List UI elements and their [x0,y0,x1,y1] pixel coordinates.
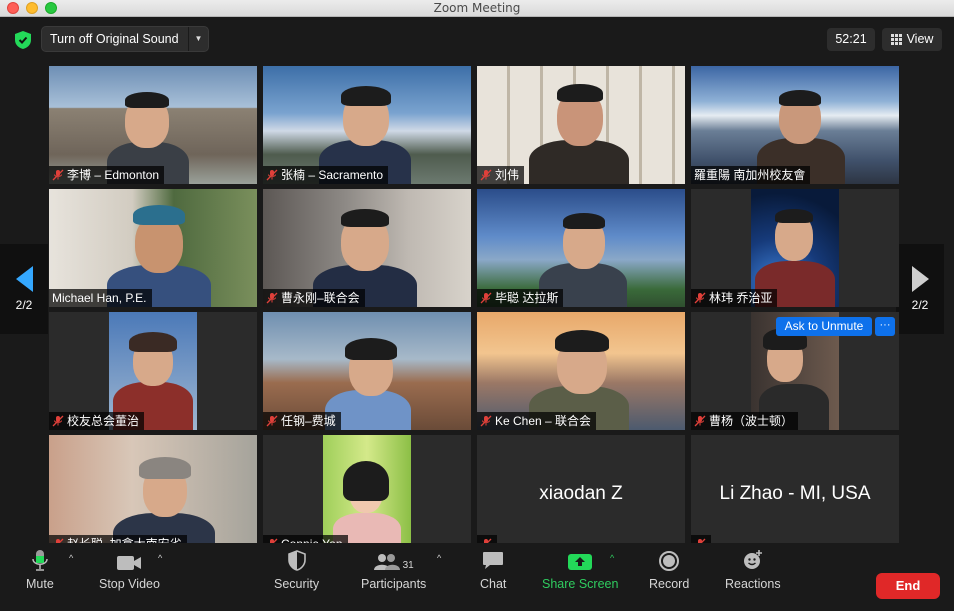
original-sound-button[interactable]: Turn off Original Sound ▼ [41,26,209,52]
mute-label: Mute [26,577,54,591]
share-screen-button[interactable]: Share Screen [542,549,618,591]
share-screen-icon [568,549,593,571]
previous-page-button[interactable]: 2/2 [0,244,48,334]
stop-video-button[interactable]: Stop Video [99,549,160,591]
mic-muted-icon [266,169,278,181]
record-icon [659,549,680,571]
chevron-down-icon[interactable]: ▼ [188,27,208,51]
video-tile[interactable]: 李博 – Edmonton [49,66,257,184]
chat-bubble-icon [482,549,504,571]
mic-muted-icon [480,292,492,304]
chevron-up-icon[interactable]: ^ [158,553,162,563]
reactions-label: Reactions [725,577,781,591]
original-sound-label: Turn off Original Sound [50,32,179,46]
participant-name-tag: 林玮 乔治亚 [691,289,778,307]
mic-muted-icon [52,169,64,181]
reactions-button[interactable]: Reactions [725,549,781,591]
chat-button[interactable]: Chat [480,549,506,591]
encryption-shield-icon[interactable] [10,27,36,53]
participant-name-tag: Michael Han, P.E. [49,289,152,307]
security-button[interactable]: Security [274,549,319,591]
grid-view-icon [890,34,902,45]
chevron-up-icon[interactable]: ^ [610,553,614,563]
microphone-icon [31,549,49,571]
shield-icon [287,549,306,571]
mic-muted-icon [480,169,492,181]
participant-name-tag: 李博 – Edmonton [49,166,165,184]
video-tile[interactable]: 张楠 – Sacramento [263,66,471,184]
participant-name-tag: 曹永刚–联合会 [263,289,365,307]
share-screen-label: Share Screen [542,577,619,591]
video-tile[interactable]: Michael Han, P.E. [49,189,257,307]
view-button[interactable]: View [882,28,942,51]
participants-button[interactable]: 31 Participants [361,549,426,591]
video-tile[interactable]: 任钢–费城 [263,312,471,430]
more-options-button[interactable]: ··· [875,317,895,336]
chevron-up-icon[interactable]: ^ [69,553,73,563]
meeting-timer: 52:21 [827,28,875,51]
mic-muted-icon [694,292,706,304]
video-tile[interactable]: 毕聪 达拉斯 [477,189,685,307]
participant-name-tag: 任钢–费城 [263,412,341,430]
participant-name-tag: 刘伟 [477,166,525,184]
participant-name-display: Li Zhao - MI, USA [719,483,871,504]
end-meeting-button[interactable]: End [876,573,940,599]
participant-name-tag: 毕聪 达拉斯 [477,289,564,307]
participant-name-tag: Ke Chen – 联合会 [477,412,597,430]
mic-muted-icon [266,292,278,304]
page-indicator-right: 2/2 [911,298,929,312]
video-tile[interactable]: 刘伟 [477,66,685,184]
participants-icon: 31 [373,549,414,571]
mic-muted-icon [52,415,64,427]
security-label: Security [274,577,320,591]
video-tile[interactable]: 羅重陽 南加州校友會 [691,66,899,184]
participant-name-tag: 曹杨（波士顿） [691,412,799,430]
video-tile[interactable]: 赵长聪–加拿大南安省 [49,435,257,553]
participant-name-tag: 张楠 – Sacramento [263,166,389,184]
video-tile[interactable]: Ke Chen – 联合会 [477,312,685,430]
video-tile[interactable]: 曹永刚–联合会 [263,189,471,307]
chevron-up-icon[interactable]: ^ [437,553,441,563]
video-tile[interactable]: 林玮 乔治亚 [691,189,899,307]
participant-name-tag: 羅重陽 南加州校友會 [691,166,811,184]
arrow-left-icon [15,266,33,292]
video-tile[interactable]: Li Zhao - MI, USA [691,435,899,553]
participants-count: 31 [402,560,414,571]
video-camera-icon [116,549,142,571]
participant-name-tag: 校友总会董治 [49,412,145,430]
mic-muted-icon [480,415,492,427]
stop-video-label: Stop Video [99,577,160,591]
meeting-toolbar: Mute ^ Stop Video ^ Security 31 Particip… [0,543,954,611]
mute-button[interactable]: Mute [26,549,54,591]
view-label: View [906,32,934,46]
arrow-right-icon [911,266,929,292]
smiley-add-icon [742,549,764,571]
record-button[interactable]: Record [649,549,689,591]
meeting-area: Turn off Original Sound ▼ 52:21 View 2/2… [0,17,954,611]
mic-muted-icon [694,415,706,427]
video-tile[interactable]: 校友总会董治 [49,312,257,430]
ask-to-unmute-button[interactable]: Ask to Unmute [776,317,872,336]
video-tile[interactable]: Connie Yan [263,435,471,553]
participant-name-display: xiaodan Z [539,483,623,504]
video-tile[interactable]: xiaodan Z [477,435,685,553]
next-page-button[interactable]: 2/2 [896,244,944,334]
window-titlebar: Zoom Meeting [0,0,954,17]
mic-muted-icon [266,415,278,427]
window-title: Zoom Meeting [433,1,521,15]
record-label: Record [649,577,690,591]
participants-label: Participants [361,577,427,591]
chat-label: Chat [480,577,507,591]
page-indicator-left: 2/2 [15,298,33,312]
